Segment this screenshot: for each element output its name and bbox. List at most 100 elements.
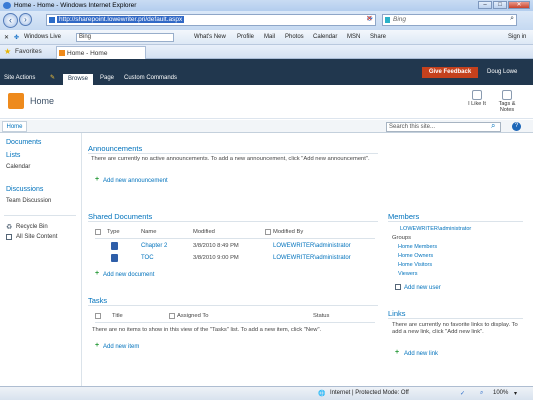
add-icon: +	[95, 270, 100, 277]
toolbar-search-value: Bing	[79, 34, 92, 40]
member-admin-link[interactable]: LOWEWRITER\administrator	[400, 226, 471, 232]
tasks-header-divider	[95, 322, 375, 323]
globe-icon: 🌐	[318, 391, 326, 397]
column-assigned-to[interactable]: Assigned To	[177, 313, 208, 319]
column-modified-by[interactable]: Modified By	[273, 229, 303, 235]
document-modified-by-link[interactable]: LOWEWRITER\administrator	[273, 255, 351, 261]
zoom-level[interactable]: 100%	[493, 390, 508, 396]
ribbon-tab-custom-commands[interactable]: Custom Commands	[124, 75, 177, 81]
ie-logo-icon	[3, 2, 11, 9]
edit-page-icon[interactable]: ✎	[50, 74, 55, 81]
add-user-icon	[395, 284, 401, 290]
group-link[interactable]: Home Visitors	[398, 262, 432, 268]
nav-discussions[interactable]: Discussions	[6, 186, 43, 193]
site-actions-menu[interactable]: Site Actions	[4, 75, 35, 81]
quick-launch: Documents Lists Calendar Discussions Tea…	[0, 133, 82, 386]
select-all-checkbox[interactable]	[95, 229, 101, 235]
window-title-bar: Home - Home - Windows Internet Explorer …	[0, 0, 533, 11]
tags-notes-label: Tags & Notes	[498, 101, 516, 113]
security-zone[interactable]: Internet | Protected Mode: Off	[330, 390, 409, 396]
group-link[interactable]: Viewers	[398, 271, 417, 277]
tags-notes-button[interactable]: Tags & Notes	[494, 90, 520, 113]
search-icon[interactable]: ⌕	[510, 15, 514, 23]
forward-button[interactable]: ›	[19, 13, 32, 26]
nav-calendar[interactable]: Calendar	[6, 164, 30, 170]
members-title[interactable]: Members	[388, 212, 419, 221]
zoom-dropdown-icon[interactable]: ▾	[514, 390, 517, 397]
i-like-it-label: I Like It	[468, 101, 486, 107]
announcements-title[interactable]: Announcements	[88, 144, 142, 153]
nav-lists[interactable]: Lists	[6, 152, 20, 159]
browser-tab[interactable]: Home - Home	[56, 46, 146, 59]
site-search-input[interactable]: Search this site...	[386, 122, 501, 132]
close-button[interactable]: ✕	[508, 1, 530, 9]
ribbon-tab-page[interactable]: Page	[100, 75, 114, 81]
windows-live-label[interactable]: Windows Live	[24, 34, 61, 40]
group-link[interactable]: Home Owners	[398, 253, 433, 259]
column-title[interactable]: Title	[112, 313, 123, 319]
nav-team-discussion[interactable]: Team Discussion	[6, 198, 51, 204]
toolbar-close-icon[interactable]: ✕	[4, 34, 9, 41]
all-content-icon	[6, 234, 12, 240]
link-mail[interactable]: Mail	[264, 34, 275, 40]
i-like-it-button[interactable]: I Like It	[466, 90, 488, 107]
add-user-link[interactable]: Add new user	[404, 285, 441, 291]
nav-documents[interactable]: Documents	[6, 139, 41, 146]
maximize-button[interactable]: □	[493, 1, 507, 9]
column-status[interactable]: Status	[313, 313, 329, 319]
status-bar: 🌐 Internet | Protected Mode: Off ✓ ⌕ 100…	[0, 386, 533, 400]
window-title: Home - Home - Windows Internet Explorer	[14, 2, 137, 9]
members-divider	[388, 221, 523, 222]
add-link-link[interactable]: Add new link	[404, 351, 438, 357]
site-logo-icon	[8, 93, 24, 109]
back-button[interactable]: ‹	[3, 13, 18, 28]
link-photos[interactable]: Photos	[285, 34, 304, 40]
browser-search-input[interactable]: Bing ⌕	[382, 14, 517, 26]
toolbar-search-input[interactable]: Bing	[76, 33, 174, 42]
add-announcement-link[interactable]: Add new announcement	[103, 178, 168, 184]
document-name-link[interactable]: TOC	[141, 255, 154, 261]
add-item-link[interactable]: Add new item	[103, 344, 139, 350]
link-calendar[interactable]: Calendar	[313, 34, 337, 40]
tasks-select-all-checkbox[interactable]	[95, 313, 101, 319]
address-bar[interactable]: http://sharepoint.lowewriter.pri/default…	[46, 14, 376, 26]
stop-icon[interactable]: ✕	[366, 14, 373, 23]
top-nav-home[interactable]: Home	[2, 121, 27, 132]
tasks-title[interactable]: Tasks	[88, 296, 107, 305]
document-modified-by-link[interactable]: LOWEWRITER\administrator	[273, 243, 351, 249]
nav-all-site-content[interactable]: All Site Content	[16, 234, 57, 240]
ribbon-tab-browse[interactable]: Browse	[63, 74, 93, 85]
sign-in-link[interactable]: Sign in	[508, 34, 526, 40]
site-search-icon[interactable]: ⌕	[491, 121, 495, 131]
group-link[interactable]: Home Members	[398, 244, 437, 250]
nav-recycle-bin[interactable]: Recycle Bin	[16, 224, 48, 230]
tag-icon	[502, 90, 512, 100]
add-icon: +	[395, 349, 400, 356]
column-type[interactable]: Type	[107, 229, 120, 235]
document-name-link[interactable]: Chapter 2	[141, 243, 167, 249]
links-title[interactable]: Links	[388, 309, 406, 318]
header-divider	[95, 238, 375, 239]
modified-by-filter-checkbox[interactable]	[265, 229, 271, 235]
user-menu[interactable]: Doug Lowe	[487, 69, 517, 75]
announcements-empty-text: There are currently no active announceme…	[91, 156, 370, 162]
link-whats-new[interactable]: What's New	[194, 34, 226, 40]
bing-logo-icon	[385, 17, 390, 23]
assigned-filter-checkbox[interactable]	[169, 313, 175, 319]
nav-divider	[4, 215, 76, 216]
link-msn[interactable]: MSN	[347, 34, 360, 40]
favorites-button[interactable]: Favorites	[15, 48, 42, 55]
shared-documents-title[interactable]: Shared Documents	[88, 212, 152, 221]
links-empty-text: There are currently no favorite links to…	[392, 322, 518, 335]
tasks-empty-text: There are no items to show in this view …	[92, 327, 322, 333]
link-profile[interactable]: Profile	[237, 34, 254, 40]
give-feedback-button[interactable]: Give Feedback	[422, 67, 478, 78]
add-document-link[interactable]: Add new document	[103, 272, 154, 278]
recycle-bin-icon: ♻	[6, 224, 13, 231]
column-modified[interactable]: Modified	[193, 229, 215, 235]
window-controls: – □ ✕	[478, 1, 530, 9]
help-icon[interactable]: ?	[512, 122, 521, 131]
minimize-button[interactable]: –	[478, 1, 492, 9]
link-share[interactable]: Share	[370, 34, 386, 40]
column-name[interactable]: Name	[141, 229, 156, 235]
